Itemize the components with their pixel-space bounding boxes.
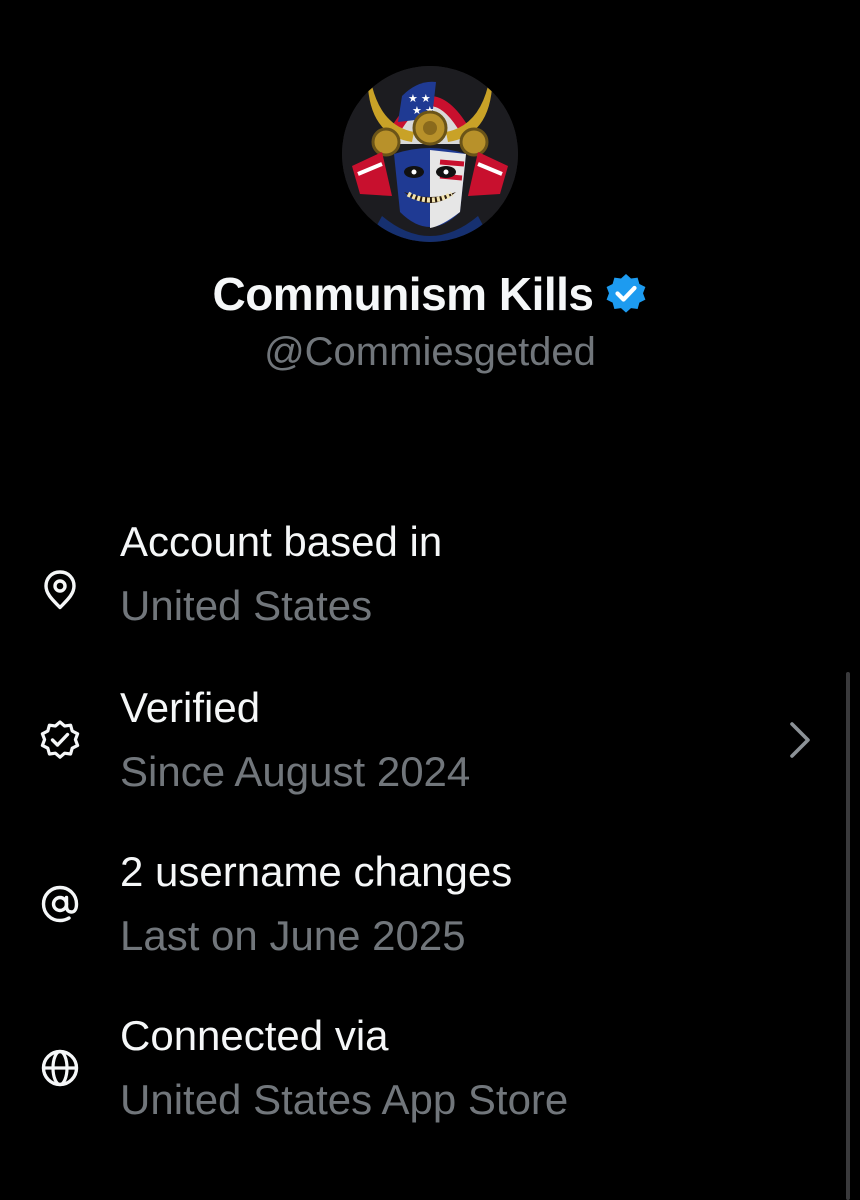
info-row-username-changes: 2 username changes Last on June 2025: [0, 846, 860, 976]
row-subtitle: Since August 2024: [120, 748, 471, 795]
display-name: Communism Kills: [212, 268, 594, 320]
verified-check-icon[interactable]: [604, 272, 648, 316]
info-row-account-location: Account based in United States: [0, 516, 860, 646]
scrollbar[interactable]: [846, 672, 850, 1200]
location-pin-icon: [38, 568, 82, 612]
profile-handle: @Commiesgetded: [264, 330, 596, 374]
chevron-right-icon[interactable]: [786, 718, 816, 762]
row-title: 2 username changes: [120, 848, 513, 895]
row-subtitle: United States: [120, 582, 373, 629]
row-title: Verified: [120, 684, 261, 731]
row-subtitle: Last on June 2025: [120, 912, 466, 959]
svg-text:★ ★: ★ ★: [408, 93, 431, 105]
at-sign-icon: [38, 882, 82, 926]
info-row-connected-via: Connected via United States App Store: [0, 1010, 860, 1140]
row-title: Connected via: [120, 1012, 389, 1059]
row-subtitle: United States App Store: [120, 1076, 569, 1123]
globe-icon: [38, 1046, 82, 1090]
verified-badge-icon: [38, 718, 82, 762]
avatar[interactable]: ★ ★ ★ ★: [342, 66, 518, 242]
row-title: Account based in: [120, 518, 443, 565]
info-row-verified[interactable]: Verified Since August 2024: [0, 682, 860, 812]
profile-name-row: Communism Kills: [0, 264, 860, 324]
